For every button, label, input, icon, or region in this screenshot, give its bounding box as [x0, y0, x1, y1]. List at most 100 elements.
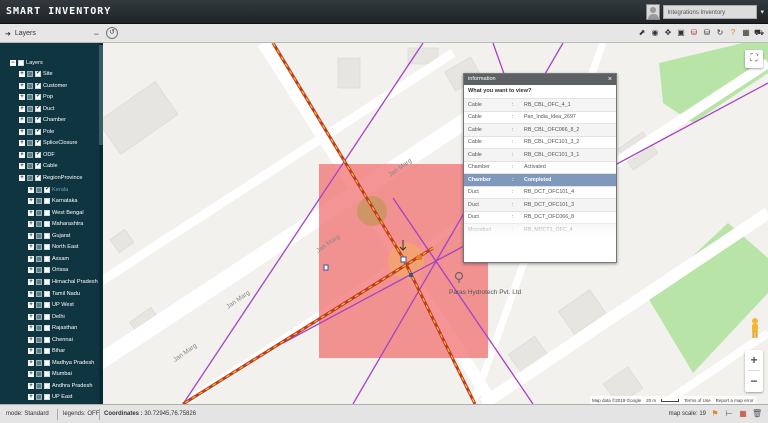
layer-checkbox[interactable]: [18, 59, 24, 66]
sidebar-item-duct[interactable]: + Duct: [19, 103, 55, 114]
help-icon[interactable]: ?: [728, 27, 738, 39]
layer-checkbox[interactable]: [44, 313, 50, 320]
node-marker[interactable]: [323, 264, 329, 271]
layer-checkbox[interactable]: [44, 232, 50, 239]
sidebar-item-orissa[interactable]: + Orissa: [28, 265, 68, 276]
refresh-icon[interactable]: ↻: [715, 27, 725, 39]
sidebar-item-chennai[interactable]: + Chennai: [28, 334, 73, 345]
expand-icon[interactable]: +: [19, 94, 25, 101]
sidebar-item-north-east[interactable]: + North East: [28, 242, 78, 253]
trash-icon[interactable]: 🗑: [752, 408, 762, 420]
sidebar-item-delhi[interactable]: + Delhi: [28, 311, 65, 322]
layer-checkbox[interactable]: [35, 138, 41, 147]
expand-icon[interactable]: +: [19, 175, 25, 181]
expand-icon[interactable]: +: [28, 198, 34, 205]
sidebar-item-mumbai[interactable]: + Mumbai: [28, 369, 72, 380]
layer-checkbox[interactable]: [44, 255, 50, 262]
sidebar-item-tamil-nadu[interactable]: + Tamil Nadu: [28, 288, 80, 299]
expand-icon[interactable]: +: [28, 325, 34, 332]
expand-icon[interactable]: +: [28, 267, 34, 274]
flag-icon[interactable]: ⚑: [710, 408, 720, 420]
terms-link[interactable]: Terms of Use: [684, 398, 711, 403]
layer-checkbox[interactable]: [44, 302, 50, 309]
layer-checkbox[interactable]: [35, 173, 41, 181]
feature-row[interactable]: Chamber: Activated: [464, 160, 616, 174]
sidebar-item-maharashtra[interactable]: + Maharashtra: [28, 219, 83, 230]
history-icon[interactable]: ↺: [106, 27, 118, 39]
expand-icon[interactable]: +: [28, 336, 34, 343]
layer-checkbox[interactable]: [44, 267, 50, 274]
layer-checkbox[interactable]: [44, 198, 50, 205]
map-canvas[interactable]: Jan Marg Jan Marg Jan Marg Jan Marg Para…: [103, 43, 768, 404]
expand-icon[interactable]: +: [19, 163, 25, 170]
sidebar-item-up-east[interactable]: + UP East: [28, 392, 72, 403]
expand-icon[interactable]: +: [19, 128, 25, 135]
layer-checkbox[interactable]: [35, 150, 41, 158]
layer-checkbox[interactable]: [35, 92, 41, 101]
expand-icon[interactable]: +: [19, 117, 25, 124]
layer-checkbox[interactable]: [35, 81, 41, 89]
zoom-out-button[interactable]: −: [745, 371, 763, 391]
sidebar-item-layers[interactable]: − Layers: [10, 57, 43, 68]
layer-checkbox[interactable]: [44, 371, 50, 378]
expand-icon[interactable]: +: [19, 105, 25, 112]
truck-icon[interactable]: ⛟: [754, 27, 764, 39]
sidebar-item-madhya-pradesh[interactable]: + Madhya Pradesh: [28, 357, 94, 368]
sidebar-item-chamber[interactable]: + Chamber: [19, 115, 66, 126]
sidebar-item-kerala[interactable]: + Kerala: [28, 184, 68, 195]
feature-row[interactable]: Cable: RB_CBL_OFC101_3_1: [464, 148, 616, 161]
sidebar-item-cable[interactable]: + Cable: [19, 161, 58, 172]
feature-row[interactable]: Cable: RB_CBL_OFC066_8_2: [464, 123, 616, 136]
expand-icon[interactable]: +: [28, 278, 34, 285]
feature-row[interactable]: Duct: RB_DCT_OFC101_3: [464, 198, 616, 211]
expand-icon[interactable]: +: [28, 255, 34, 262]
layer-checkbox[interactable]: [44, 348, 50, 355]
close-icon[interactable]: ×: [608, 74, 612, 85]
sidebar-item-pole[interactable]: + Pole: [19, 126, 54, 137]
fullscreen-icon[interactable]: ⛶: [745, 50, 763, 68]
layer-checkbox[interactable]: [44, 209, 50, 216]
collapse-icon[interactable]: −: [94, 29, 99, 39]
layer-checkbox[interactable]: [35, 127, 41, 135]
expand-icon[interactable]: +: [28, 209, 34, 216]
layer-checkbox[interactable]: [44, 290, 50, 297]
expand-icon[interactable]: +: [28, 394, 34, 401]
expand-icon[interactable]: +: [28, 232, 34, 239]
user-name[interactable]: Integrations Inventory: [663, 5, 758, 19]
sidebar-item-bihar[interactable]: + Bihar: [28, 346, 65, 357]
layers-icon[interactable]: ▣: [676, 27, 686, 39]
feature-row[interactable]: Duct: RB_DCT_OFC101_4: [464, 185, 616, 199]
feature-row[interactable]: Cable: Pan_India_Idea_2697: [464, 110, 616, 124]
layer-checkbox[interactable]: [44, 336, 50, 343]
sidebar-item-andhra-pradesh[interactable]: + Andhra Pradesh: [28, 380, 92, 391]
expand-icon[interactable]: +: [19, 71, 25, 78]
sidebar-item-odf[interactable]: + ODF: [19, 149, 55, 160]
chevron-down-icon[interactable]: ▾: [760, 8, 764, 16]
database-dark-icon[interactable]: ⛁: [702, 27, 712, 39]
layer-checkbox[interactable]: [35, 69, 41, 78]
sidebar-item-karnataka[interactable]: + Karnataka: [28, 196, 78, 207]
sidebar-item-west-bengal[interactable]: + West Bengal: [28, 207, 84, 218]
locate-icon[interactable]: ◉: [650, 27, 660, 39]
pegman-icon[interactable]: [749, 317, 761, 339]
feature-row[interactable]: Cable: RB_CBL_OFC101_3_2: [464, 135, 616, 149]
avatar[interactable]: [646, 4, 661, 20]
expand-icon[interactable]: +: [28, 244, 34, 251]
sidebar-item-site[interactable]: + Site: [19, 69, 53, 80]
expand-icon[interactable]: +: [28, 221, 34, 228]
legends-status[interactable]: legends: OFF: [63, 411, 99, 417]
expand-icon[interactable]: −: [10, 59, 16, 66]
sidebar-item-customer[interactable]: + Customer: [19, 80, 67, 91]
sidebar-item-assam[interactable]: + Assam: [28, 253, 69, 264]
sidebar-item-regionprovince[interactable]: + RegionProvince: [19, 173, 83, 184]
sidebar-item-himachal-pradesh[interactable]: + Himachal Pradesh: [28, 276, 98, 287]
move-icon[interactable]: ✥: [663, 27, 673, 39]
sidebar-item-pop[interactable]: + Pop: [19, 92, 53, 103]
layers-red-icon[interactable]: ▦: [738, 408, 748, 420]
layer-checkbox[interactable]: [44, 278, 50, 285]
arrow-right-icon[interactable]: ➜: [5, 30, 11, 38]
feature-row[interactable]: Chamber: Completed: [464, 173, 616, 186]
layer-checkbox[interactable]: [35, 104, 41, 112]
layer-checkbox[interactable]: [35, 115, 41, 124]
expand-icon[interactable]: +: [28, 313, 34, 320]
